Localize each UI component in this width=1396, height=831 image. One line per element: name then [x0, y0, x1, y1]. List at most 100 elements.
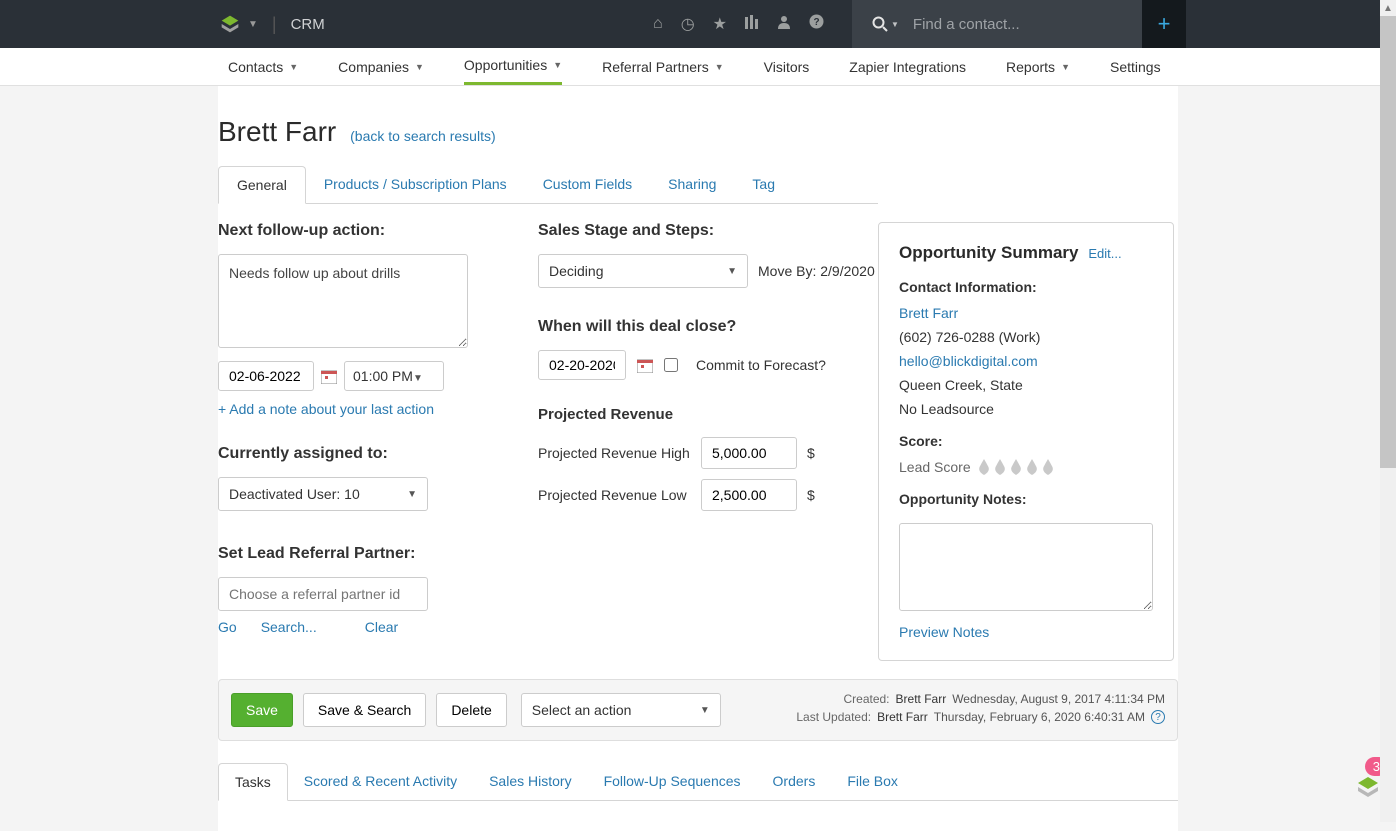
- contact-name-link[interactable]: Brett Farr: [899, 305, 958, 321]
- nav-reports[interactable]: Reports▼: [1006, 48, 1070, 85]
- flame-icon: [977, 459, 991, 475]
- scrollbar[interactable]: ▲: [1380, 0, 1396, 822]
- stage-heading: Sales Stage and Steps:: [538, 222, 878, 240]
- lead-search-link[interactable]: Search...: [261, 619, 317, 635]
- summary-edit-link[interactable]: Edit...: [1088, 246, 1121, 261]
- user-icon[interactable]: [777, 15, 791, 34]
- search-area: ▼: [852, 0, 1142, 48]
- scroll-up-arrow[interactable]: ▲: [1380, 0, 1396, 16]
- flame-icon: [993, 459, 1007, 475]
- contact-location: Queen Creek, State: [899, 377, 1153, 393]
- contact-email-link[interactable]: hello@blickdigital.com: [899, 353, 1038, 369]
- app-logo-icon: [1356, 775, 1380, 799]
- search-input[interactable]: [913, 16, 1093, 33]
- tab-orders[interactable]: Orders: [757, 763, 832, 800]
- created-label: Created:: [843, 692, 889, 706]
- action-select[interactable]: Select an action▼: [521, 693, 721, 727]
- close-date-input[interactable]: [538, 350, 626, 380]
- currency-label: $: [807, 445, 815, 461]
- tab-custom-fields[interactable]: Custom Fields: [525, 166, 650, 203]
- preview-notes-link[interactable]: Preview Notes: [899, 624, 1153, 640]
- home-icon[interactable]: ⌂: [653, 15, 663, 33]
- flame-icon: [1041, 459, 1055, 475]
- followup-heading: Next follow-up action:: [218, 222, 518, 240]
- tab-tasks[interactable]: Tasks: [218, 763, 288, 801]
- chevron-down-icon: ▼: [415, 62, 424, 72]
- bars-icon[interactable]: [745, 15, 759, 34]
- action-bar: Save Save & Search Delete Select an acti…: [218, 679, 1178, 741]
- star-icon[interactable]: ★: [713, 14, 727, 34]
- delete-button[interactable]: Delete: [436, 693, 506, 727]
- search-icon[interactable]: ▼: [872, 16, 899, 32]
- calendar-icon[interactable]: [320, 367, 338, 385]
- rev-low-label: Projected Revenue Low: [538, 487, 691, 503]
- top-header: ▼ | CRM ⌂ ◷ ★ ? ▼ +: [0, 0, 1396, 48]
- header-icons: ⌂ ◷ ★ ?: [653, 14, 824, 34]
- currency-label: $: [807, 487, 815, 503]
- nav-bar: Contacts▼ Companies▼ Opportunities▼ Refe…: [0, 48, 1396, 86]
- scroll-thumb[interactable]: [1380, 16, 1396, 468]
- tab-sales-history[interactable]: Sales History: [473, 763, 587, 800]
- rev-high-input[interactable]: [701, 437, 797, 469]
- page-title: Brett Farr: [218, 116, 336, 148]
- nav-referral-partners[interactable]: Referral Partners▼: [602, 48, 724, 85]
- tab-tag[interactable]: Tag: [734, 166, 793, 203]
- nav-zapier[interactable]: Zapier Integrations: [849, 48, 966, 85]
- tab-sharing[interactable]: Sharing: [650, 166, 734, 203]
- commit-checkbox[interactable]: [664, 358, 678, 372]
- back-to-results-link[interactable]: (back to search results): [350, 128, 496, 144]
- followup-date-input[interactable]: [218, 361, 314, 391]
- bottom-tabs: Tasks Scored & Recent Activity Sales His…: [218, 763, 1178, 801]
- contact-phone: (602) 726-0288 (Work): [899, 329, 1153, 345]
- tab-file-box[interactable]: File Box: [831, 763, 914, 800]
- calendar-icon[interactable]: [636, 356, 654, 374]
- lead-score-label: Lead Score: [899, 459, 971, 475]
- contact-info-heading: Contact Information:: [899, 279, 1153, 295]
- record-tabs: General Products / Subscription Plans Cu…: [218, 166, 878, 204]
- nav-companies[interactable]: Companies▼: [338, 48, 424, 85]
- info-icon[interactable]: ?: [1151, 710, 1165, 724]
- nav-visitors[interactable]: Visitors: [764, 48, 810, 85]
- notes-heading: Opportunity Notes:: [899, 491, 1153, 507]
- clock-icon[interactable]: ◷: [681, 14, 695, 34]
- move-by-text: Move By: 2/9/2020: [758, 263, 875, 279]
- save-button[interactable]: Save: [231, 693, 293, 727]
- svg-text:?: ?: [813, 17, 819, 28]
- app-logo-icon: [220, 14, 240, 34]
- chevron-down-icon: ▼: [289, 62, 298, 72]
- save-search-button[interactable]: Save & Search: [303, 693, 426, 727]
- flame-icon: [1009, 459, 1023, 475]
- app-title: CRM: [291, 16, 325, 33]
- add-button[interactable]: +: [1142, 0, 1186, 48]
- nav-opportunities[interactable]: Opportunities▼: [464, 48, 562, 85]
- stage-select[interactable]: Deciding▼: [538, 254, 748, 288]
- commit-label: Commit to Forecast?: [696, 357, 826, 373]
- nav-contacts[interactable]: Contacts▼: [228, 48, 298, 85]
- updated-date: Thursday, February 6, 2020 6:40:31 AM: [934, 710, 1145, 724]
- nav-settings[interactable]: Settings: [1110, 48, 1161, 85]
- logo-block[interactable]: ▼: [220, 14, 258, 34]
- tab-general[interactable]: General: [218, 166, 306, 204]
- tab-followup-sequences[interactable]: Follow-Up Sequences: [588, 763, 757, 800]
- rev-low-input[interactable]: [701, 479, 797, 511]
- created-date: Wednesday, August 9, 2017 4:11:34 PM: [952, 692, 1165, 706]
- audit-info: Created: Brett Farr Wednesday, August 9,…: [796, 692, 1165, 728]
- notification-widget[interactable]: 3: [1356, 775, 1380, 802]
- followup-textarea[interactable]: Needs follow up about drills: [218, 254, 468, 348]
- tab-products[interactable]: Products / Subscription Plans: [306, 166, 525, 203]
- lead-partner-input[interactable]: [218, 577, 428, 611]
- summary-title: Opportunity Summary: [899, 243, 1078, 262]
- flame-icon: [1025, 459, 1039, 475]
- main-content: Brett Farr (back to search results) Gene…: [218, 86, 1178, 831]
- add-note-link[interactable]: + Add a note about your last action: [218, 401, 518, 417]
- chevron-down-icon: ▼: [248, 19, 258, 30]
- lead-score-flames: [977, 459, 1055, 475]
- followup-time-select[interactable]: 01:00 PM▼: [344, 361, 444, 391]
- tab-scored-activity[interactable]: Scored & Recent Activity: [288, 763, 473, 800]
- assigned-select[interactable]: Deactivated User: 10▼: [218, 477, 428, 511]
- opportunity-notes-textarea[interactable]: [899, 523, 1153, 611]
- created-by: Brett Farr: [896, 692, 947, 706]
- help-icon[interactable]: ?: [809, 14, 824, 34]
- lead-clear-link[interactable]: Clear: [365, 619, 398, 635]
- lead-go-link[interactable]: Go: [218, 619, 237, 635]
